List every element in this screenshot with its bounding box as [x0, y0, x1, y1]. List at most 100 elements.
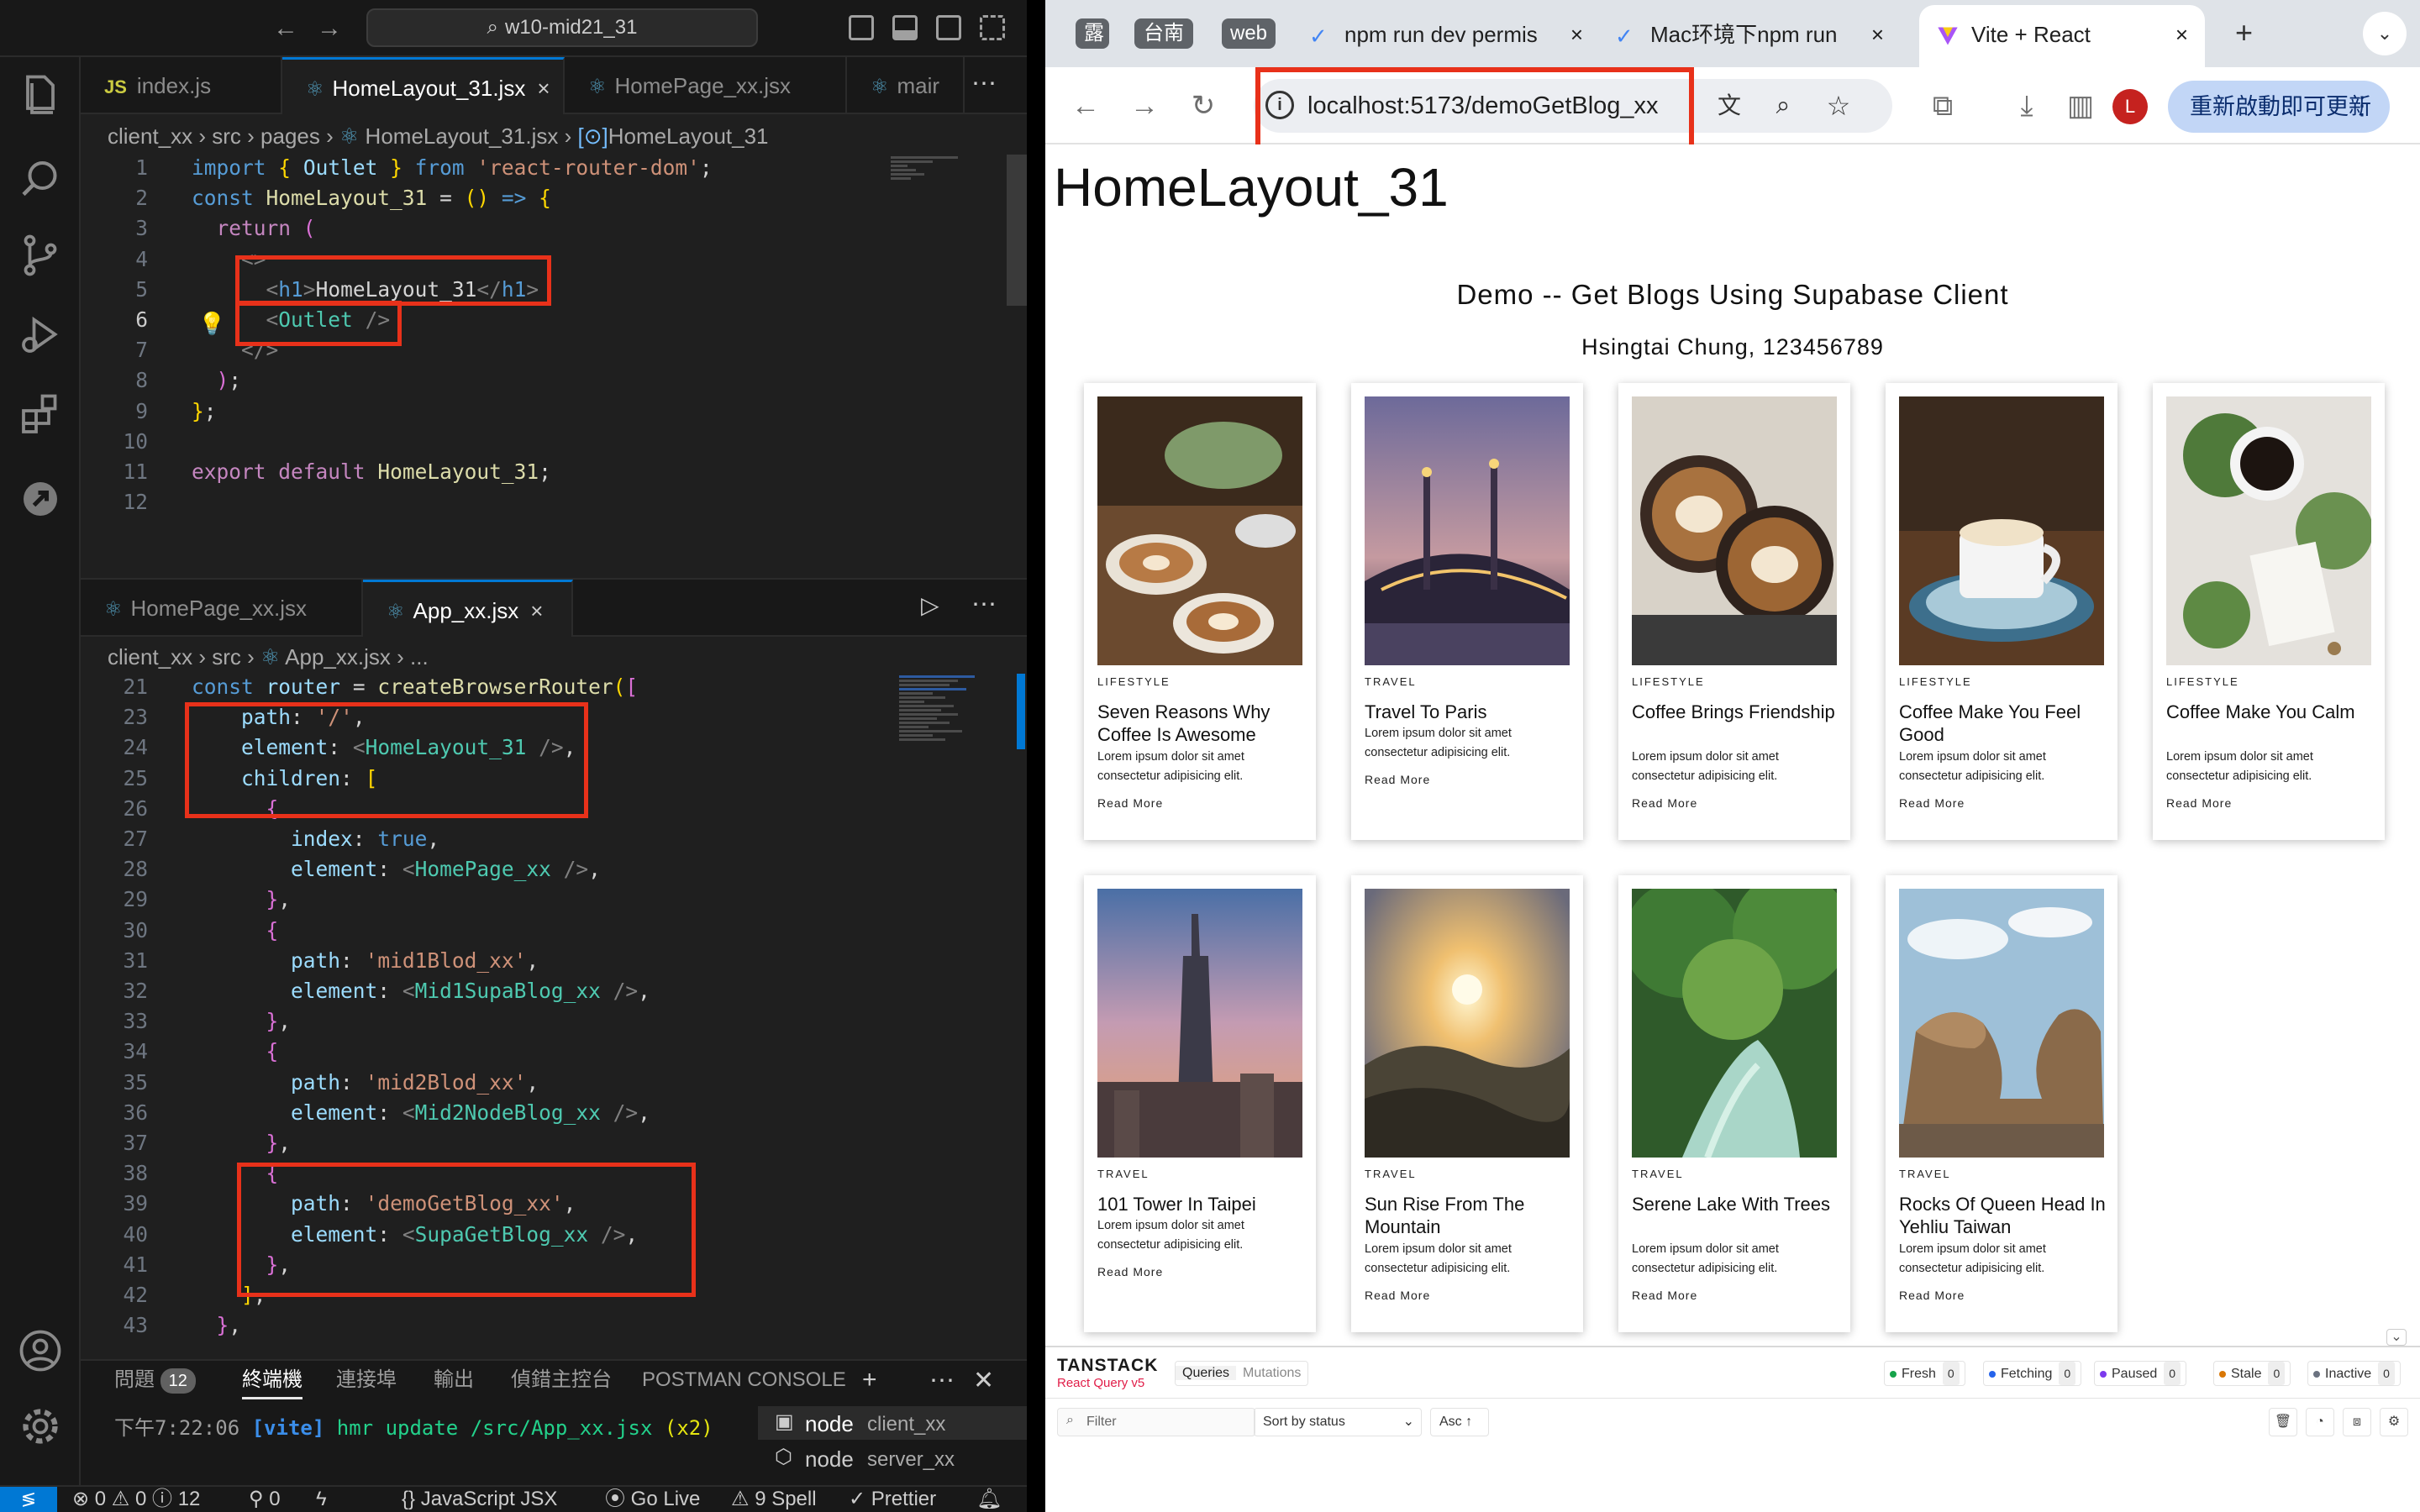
tab-ports[interactable]: 連接埠 — [336, 1361, 397, 1399]
blog-card[interactable]: LIFESTYLE Coffee Brings Friendship Lorem… — [1618, 383, 1850, 840]
close-icon[interactable]: × — [1871, 5, 1884, 64]
status-badge-stale[interactable]: Stale 0 — [2213, 1361, 2291, 1386]
forward-arrow-icon[interactable]: → — [314, 12, 345, 45]
close-icon[interactable]: × — [1570, 5, 1583, 64]
language-mode[interactable]: {} JavaScript JSX — [402, 1487, 557, 1512]
scrollbar[interactable] — [1007, 155, 1027, 306]
tab-homelayout-31[interactable]: ⚛ HomeLayout_31.jsx × — [282, 57, 565, 114]
trash-icon[interactable]: 🗑︎ — [2269, 1408, 2297, 1436]
close-icon[interactable]: × — [2175, 5, 2188, 64]
blog-card[interactable]: TRAVEL Sun Rise From The Mountain Lorem … — [1351, 875, 1583, 1332]
tab-homepage-xx[interactable]: ⚛ HomePage_xx.jsx — [81, 580, 363, 637]
status-badge-paused[interactable]: Paused 0 — [2094, 1361, 2187, 1386]
account-icon[interactable] — [15, 1326, 66, 1376]
tab-postman-console[interactable]: POSTMAN CONSOLE — [642, 1361, 846, 1399]
tab-group-pill[interactable]: web — [1222, 18, 1276, 49]
tab-homepage-xx[interactable]: ⚛ HomePage_xx.jsx — [565, 57, 847, 114]
back-arrow-icon[interactable]: ← — [271, 12, 301, 45]
read-more-link[interactable]: Read More — [1632, 796, 1697, 810]
minimap[interactable] — [899, 674, 1000, 892]
notifications-bell-icon[interactable]: 🔔︎ — [976, 1487, 1002, 1512]
remote-indicator-icon[interactable]: ≶ — [0, 1487, 57, 1512]
lightbulb-icon[interactable]: 💡 — [198, 311, 225, 337]
sort-order-button[interactable]: Asc ↑ — [1430, 1408, 1489, 1436]
tab-queries[interactable]: Queries — [1176, 1366, 1237, 1380]
breadcrumb-item[interactable]: HomeLayout_31.jsx — [366, 123, 559, 149]
reload-icon[interactable]: ↻ — [1180, 82, 1227, 129]
read-more-link[interactable]: Read More — [1097, 1265, 1163, 1278]
run-icon[interactable]: ▷ — [921, 591, 939, 619]
read-more-link[interactable]: Read More — [2166, 796, 2232, 810]
bookmark-star-icon[interactable]: ☆ — [1822, 89, 1855, 123]
blog-card[interactable]: TRAVEL 101 Tower In Taipei Lorem ipsum d… — [1084, 875, 1316, 1332]
go-live-button[interactable]: ⦿ Go Live — [605, 1487, 700, 1512]
terminal-list-item[interactable]: ⬡ node server_xx — [758, 1441, 1027, 1475]
read-more-link[interactable]: Read More — [1899, 796, 1965, 810]
tab-app-xx[interactable]: ⚛ App_xx.jsx × — [363, 580, 573, 637]
close-panel-icon[interactable]: ✕ — [973, 1366, 994, 1395]
update-button[interactable]: 重新啟動即可更新 ⋮ — [2168, 81, 2390, 133]
more-actions-icon[interactable]: ⋯ — [971, 590, 997, 619]
breadcrumb-item[interactable]: src — [212, 123, 241, 149]
filter-input[interactable]: ⌕ Filter — [1057, 1408, 1255, 1436]
blog-card[interactable]: LIFESTYLE Coffee Make You Feel Good Lore… — [1886, 383, 2118, 840]
blog-card[interactable]: TRAVEL Travel To Paris Lorem ipsum dolor… — [1351, 383, 1583, 840]
tab-main[interactable]: ⚛ mair — [847, 57, 965, 114]
blog-card[interactable]: LIFESTYLE Coffee Make You Calm Lorem ips… — [2153, 383, 2385, 840]
zoom-icon[interactable]: ⌕ — [1766, 89, 1800, 123]
run-debug-icon[interactable] — [15, 309, 66, 360]
tab-group-pill[interactable]: 露 — [1076, 18, 1109, 49]
breadcrumb-item[interactable]: src — [212, 644, 241, 669]
toggle-secondary-sidebar-icon[interactable] — [936, 15, 961, 40]
extensions-icon[interactable] — [15, 390, 66, 440]
scrollbar[interactable] — [1017, 674, 1025, 749]
explorer-icon[interactable] — [15, 71, 66, 121]
sort-select[interactable]: Sort by status ⌄ — [1254, 1408, 1422, 1436]
spell-check-status[interactable]: ⚠ 9 Spell — [731, 1487, 817, 1512]
forward-icon[interactable]: → — [1121, 82, 1168, 129]
close-icon[interactable]: × — [530, 598, 543, 623]
new-terminal-icon[interactable]: + — [862, 1366, 877, 1394]
status-badge-fresh[interactable]: Fresh 0 — [1884, 1361, 1965, 1386]
browser-tab-active[interactable]: Vite + React × — [1919, 5, 2205, 67]
profile-avatar[interactable]: L — [2112, 89, 2148, 124]
extensions-puzzle-icon[interactable]: ⧉ — [1919, 82, 1966, 129]
settings-gear-icon[interactable] — [15, 1401, 66, 1452]
downloads-icon[interactable]: ⤓ — [2003, 82, 2050, 129]
blog-card[interactable]: TRAVEL Rocks Of Queen Head In Yehliu Tai… — [1886, 875, 2118, 1332]
back-icon[interactable]: ← — [1062, 82, 1109, 129]
ports-status[interactable]: ⚲ 0 — [249, 1487, 281, 1512]
browser-tab[interactable]: ✓ npm run dev permis × — [1297, 5, 1600, 67]
dock-icon[interactable]: ⧈ — [2343, 1408, 2371, 1436]
remote-explorer-icon[interactable] — [15, 474, 66, 524]
read-more-link[interactable]: Read More — [1097, 796, 1163, 810]
minimap[interactable] — [891, 155, 992, 222]
search-icon[interactable] — [15, 155, 66, 205]
wifi-icon[interactable]: ◔ — [2306, 1408, 2334, 1436]
read-more-link[interactable]: Read More — [1365, 773, 1430, 786]
read-more-link[interactable]: Read More — [1899, 1289, 1965, 1302]
new-tab-icon[interactable]: + — [2235, 15, 2253, 50]
more-actions-icon[interactable]: ⋯ — [971, 69, 997, 98]
toggle-panel-icon[interactable] — [892, 15, 918, 40]
settings-gear-icon[interactable]: ⚙︎ — [2380, 1408, 2408, 1436]
source-control-icon[interactable] — [15, 230, 66, 281]
prettier-status[interactable]: ✓ Prettier — [849, 1487, 936, 1512]
read-more-link[interactable]: Read More — [1632, 1289, 1697, 1302]
terminal-output[interactable]: 下午7:22:06 [vite] hmr update /src/App_xx.… — [114, 1413, 713, 1443]
close-icon[interactable]: × — [537, 76, 550, 101]
translate-icon[interactable]: 文 — [1712, 89, 1746, 123]
more-actions-icon[interactable]: ⋯ — [929, 1366, 955, 1395]
tab-problems[interactable]: 問題 12 — [114, 1361, 196, 1399]
tab-index-js[interactable]: JS index.js — [81, 57, 282, 114]
status-badge-inactive[interactable]: Inactive 0 — [2307, 1361, 2401, 1386]
tab-search-chevron-icon[interactable]: ⌄ — [2363, 12, 2407, 55]
breadcrumb-item[interactable]: client_xx — [108, 644, 192, 669]
breadcrumb-item[interactable]: App_xx.jsx — [285, 644, 391, 669]
tab-group-pill[interactable]: 台南 — [1134, 18, 1193, 49]
customize-layout-icon[interactable] — [980, 15, 1005, 40]
tab-debug-console[interactable]: 偵錯主控台 — [511, 1361, 612, 1399]
breadcrumb-item[interactable]: client_xx — [108, 123, 192, 149]
status-badge-fetching[interactable]: Fetching 0 — [1983, 1361, 2082, 1386]
command-center-search[interactable]: ⌕ w10-mid21_31 — [366, 8, 758, 47]
